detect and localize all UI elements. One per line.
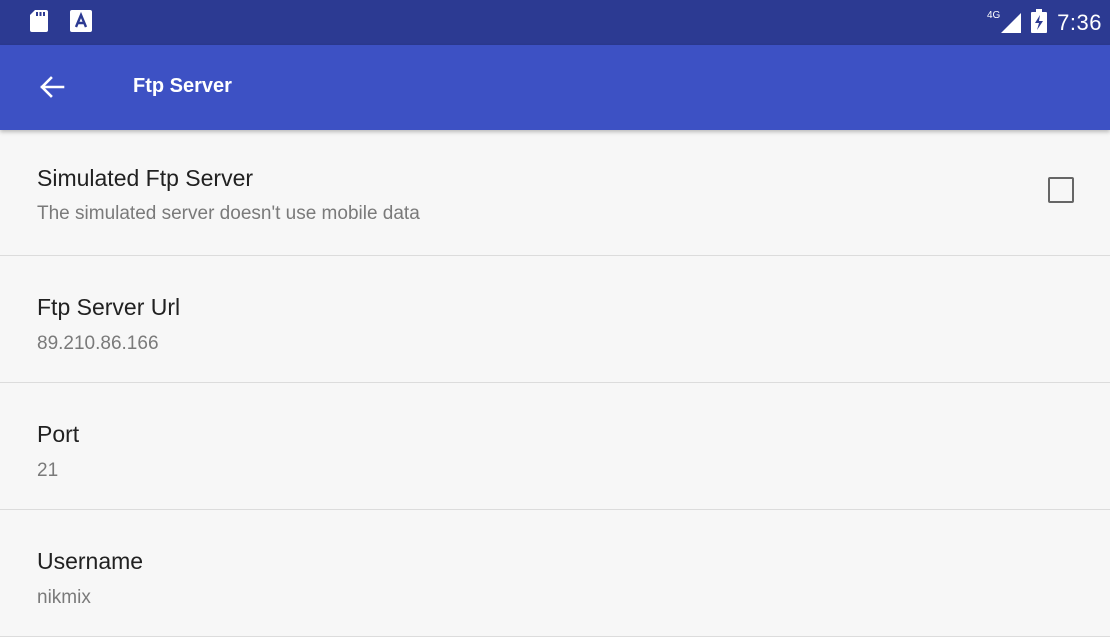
pref-title: Port <box>37 421 80 447</box>
pref-summary: nikmix <box>37 587 91 608</box>
arrow-left-icon <box>39 75 65 104</box>
pref-simulated-ftp-server[interactable]: Simulated Ftp Server The simulated serve… <box>0 130 1110 256</box>
battery-icon <box>1031 8 1048 38</box>
pref-title: Ftp Server Url <box>37 294 181 320</box>
a-notification-icon <box>70 10 92 37</box>
pref-port[interactable]: Port 21 <box>0 383 1110 510</box>
network-type-label: 4G <box>987 10 1001 21</box>
pref-title: Simulated Ftp Server <box>37 165 254 191</box>
simulated-server-checkbox[interactable] <box>1048 177 1074 203</box>
pref-username[interactable]: Username nikmix <box>0 510 1110 637</box>
pref-title: Username <box>37 548 144 574</box>
pref-summary: 89.210.86.166 <box>37 333 159 354</box>
status-bar-system: 4G 7:36 <box>987 6 1102 40</box>
sd-card-icon <box>30 10 48 37</box>
status-time: 7:36 <box>1057 10 1102 35</box>
signal-icon: 4G <box>987 9 1022 38</box>
status-bar-notifications <box>30 10 92 37</box>
app-bar: Ftp Server <box>0 45 1110 130</box>
pref-summary: 21 <box>37 460 59 481</box>
page-title: Ftp Server <box>133 75 232 97</box>
pref-ftp-server-url[interactable]: Ftp Server Url 89.210.86.166 <box>0 256 1110 383</box>
preferences-list: Simulated Ftp Server The simulated serve… <box>0 130 1110 637</box>
back-button[interactable] <box>30 67 74 111</box>
status-bar: 4G 7:36 <box>0 0 1110 45</box>
pref-summary: The simulated server doesn't use mobile … <box>37 203 420 224</box>
